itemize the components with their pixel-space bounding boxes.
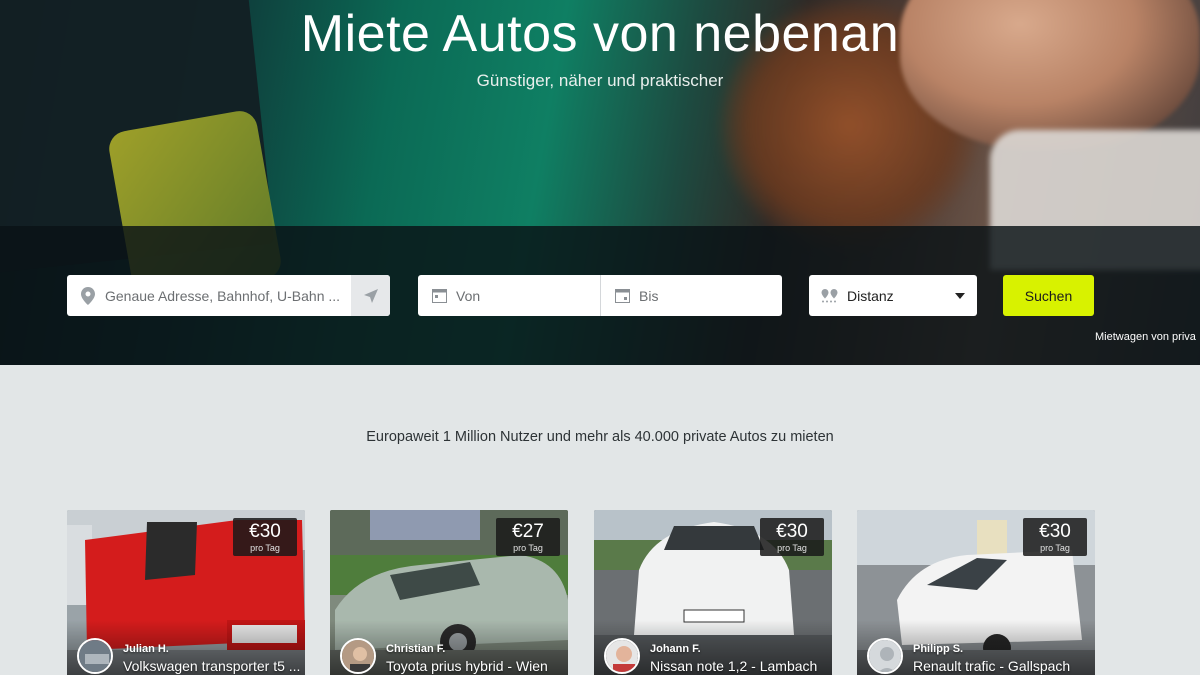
price-badge: €30 pro Tag <box>233 518 297 556</box>
price-unit: pro Tag <box>777 543 807 553</box>
stats-tagline: Europaweit 1 Million Nutzer und mehr als… <box>366 429 834 445</box>
car-title[interactable]: Toyota prius hybrid - Wien <box>386 658 564 674</box>
price-amount: €30 <box>1039 521 1071 542</box>
avatar <box>867 638 903 674</box>
price-amount: €30 <box>776 521 808 542</box>
chevron-down-icon <box>955 292 965 299</box>
search-button[interactable]: Suchen <box>1003 275 1094 316</box>
calendar-icon <box>430 287 448 305</box>
locate-me-button[interactable] <box>351 275 390 316</box>
car-card[interactable]: €27 pro Tag Christian F. Toyota prius hy… <box>330 510 568 675</box>
avatar <box>604 638 640 674</box>
start-date-field[interactable]: Von <box>418 275 600 316</box>
price-amount: €27 <box>512 521 544 542</box>
car-card[interactable]: €30 pro Tag Julian H. Volkswagen transpo… <box>67 510 305 675</box>
distance-pins-icon <box>821 287 839 305</box>
address-input[interactable]: Genaue Adresse, Bahnhof, U-Bahn ... <box>105 288 351 304</box>
owner-name: Johann F. <box>650 643 701 655</box>
price-unit: pro Tag <box>250 543 280 553</box>
car-title[interactable]: Renault trafic - Gallspach <box>913 658 1091 674</box>
avatar <box>340 638 376 674</box>
price-badge: €27 pro Tag <box>496 518 560 556</box>
owner-name: Christian F. <box>386 643 446 655</box>
hero-title: Miete Autos von nebenan <box>300 5 900 63</box>
address-field[interactable]: Genaue Adresse, Bahnhof, U-Bahn ... <box>67 275 390 316</box>
distance-select[interactable]: Distanz <box>809 275 977 316</box>
price-unit: pro Tag <box>513 543 543 553</box>
navigation-arrow-icon <box>363 288 378 303</box>
owner-name: Julian H. <box>123 643 169 655</box>
distance-value: Distanz <box>847 287 894 304</box>
end-date-field[interactable]: Bis <box>600 275 782 316</box>
hero-footnote: Mietwagen von priva <box>1095 331 1196 343</box>
owner-name: Philipp S. <box>913 643 964 655</box>
price-badge: €30 pro Tag <box>760 518 824 556</box>
car-title[interactable]: Nissan note 1,2 - Lambach <box>650 658 828 674</box>
date-range-field: Von Bis <box>418 275 782 316</box>
start-date-label: Von <box>456 287 481 304</box>
car-card[interactable]: €30 pro Tag Johann F. Nissan note 1,2 - … <box>594 510 832 675</box>
avatar <box>77 638 113 674</box>
calendar-icon <box>613 287 631 305</box>
hero-subtitle: Günstiger, näher und praktischer <box>476 71 724 90</box>
hero-banner: Miete Autos von nebenan Günstiger, näher… <box>0 0 1200 365</box>
price-unit: pro Tag <box>1040 543 1070 553</box>
car-title[interactable]: Volkswagen transporter t5 ... <box>123 658 301 674</box>
location-pin-icon <box>79 286 97 305</box>
price-amount: €30 <box>249 521 281 542</box>
price-badge: €30 pro Tag <box>1023 518 1087 556</box>
car-card[interactable]: €30 pro Tag Philipp S. Renault trafic - … <box>857 510 1095 675</box>
end-date-label: Bis <box>639 287 659 304</box>
